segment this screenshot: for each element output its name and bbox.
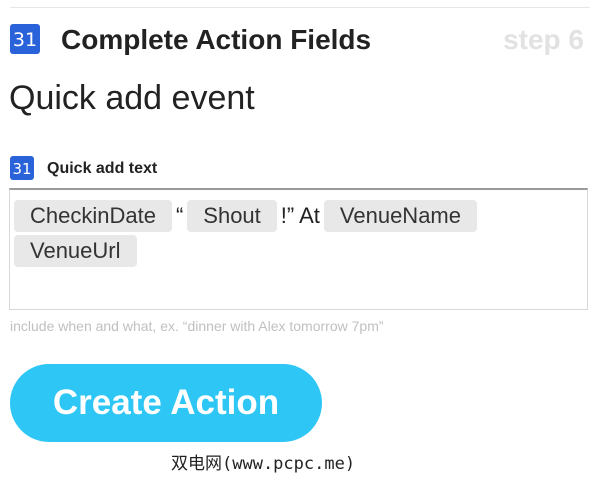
token-row: VenueUrl (14, 235, 137, 267)
calendar-icon-number: 31 (12, 160, 32, 178)
watermark-text: 双电网(www.pcpc.me) (171, 454, 356, 474)
calendar-icon: 31 (10, 156, 34, 180)
action-fields-page: 31 Complete Action Fields step 6 Quick a… (0, 0, 590, 483)
token-venue-name[interactable]: VenueName (323, 200, 477, 232)
section-title: Quick add event (9, 79, 255, 117)
top-divider (10, 7, 590, 8)
token-venue-url[interactable]: VenueUrl (14, 235, 137, 267)
quick-add-text-field[interactable]: CheckinDate “ Shout !” At VenueName Venu… (9, 188, 588, 310)
token-shout[interactable]: Shout (187, 200, 277, 232)
field-helper-text: include when and what, ex. “dinner with … (10, 318, 384, 334)
quick-add-text-label: Quick add text (47, 160, 158, 177)
page-title: Complete Action Fields (61, 24, 372, 55)
token-row: CheckinDate “ Shout !” At VenueName (14, 200, 477, 232)
calendar-icon-number: 31 (12, 29, 38, 51)
token-checkin-date[interactable]: CheckinDate (14, 200, 172, 232)
create-action-button[interactable]: Create Action (10, 364, 322, 442)
text-open-quote: “ (175, 203, 184, 228)
text-close-quote-at: !” At (280, 203, 320, 228)
calendar-icon: 31 (10, 24, 40, 54)
step-indicator: step 6 (503, 24, 584, 55)
